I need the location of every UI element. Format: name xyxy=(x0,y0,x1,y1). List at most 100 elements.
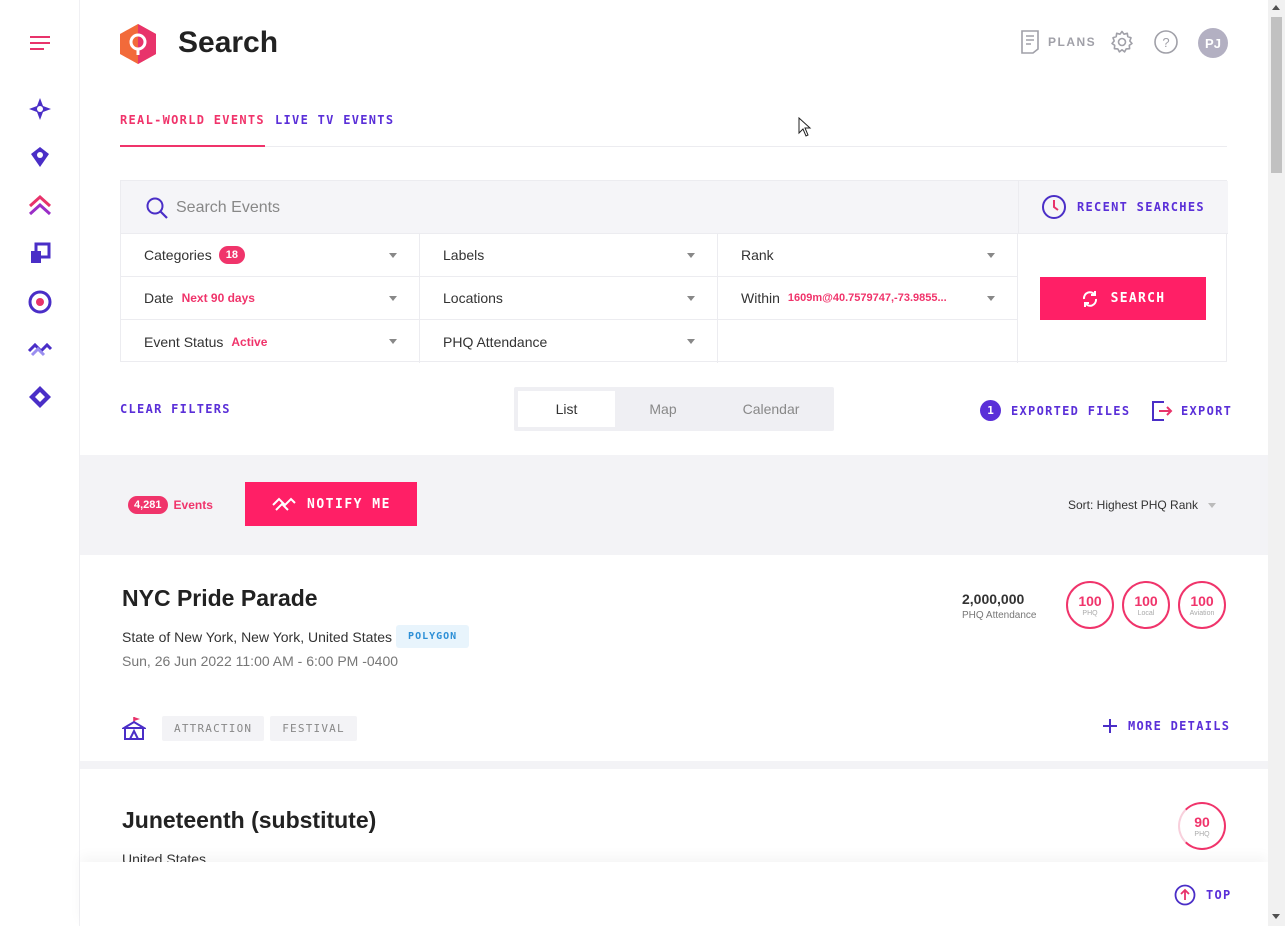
export-button[interactable]: EXPORT xyxy=(1151,400,1232,422)
view-option-map[interactable]: Map xyxy=(622,391,704,427)
labels-filter[interactable]: Labels xyxy=(420,234,718,277)
target-nav-icon[interactable] xyxy=(26,288,54,316)
chevron-down-icon xyxy=(389,296,397,301)
attendance-value: 2,000,000 xyxy=(962,591,1025,607)
sort-label: Sort: Highest PHQ Rank xyxy=(1068,498,1199,512)
rank-badge-phq: 100 PHQ xyxy=(1066,581,1114,629)
scroll-up-arrow-icon[interactable] xyxy=(1272,5,1280,10)
chevrons-up-nav-icon[interactable] xyxy=(26,192,54,220)
events-count-label: Events xyxy=(173,498,213,512)
view-toggle: List Map Calendar xyxy=(514,387,834,431)
chevron-down-icon xyxy=(389,253,397,258)
event-type-tabs: REAL-WORLD EVENTS LIVE TV EVENTS xyxy=(120,100,1227,147)
within-filter[interactable]: Within 1609m@40.7579747,-73.9855... xyxy=(718,277,1018,320)
events-count: 4,281 Events xyxy=(128,496,213,514)
back-to-top-button[interactable]: TOP xyxy=(1174,884,1232,906)
date-filter-label: Date xyxy=(144,290,174,306)
clock-history-icon xyxy=(1042,195,1066,219)
rank-value: 100 xyxy=(1190,592,1214,609)
rank-badge-aviation: 100 Aviation xyxy=(1178,581,1226,629)
search-button[interactable]: SEARCH xyxy=(1040,277,1206,320)
view-option-calendar[interactable]: Calendar xyxy=(726,391,816,427)
event-tags: ATTRACTION FESTIVAL xyxy=(122,715,357,741)
event-title[interactable]: Juneteenth (substitute) xyxy=(122,807,376,834)
event-status-filter-label: Event Status xyxy=(144,333,224,350)
locations-filter[interactable]: Locations xyxy=(420,277,718,320)
recent-searches-button[interactable]: RECENT SEARCHES xyxy=(1018,181,1228,234)
notify-me-button[interactable]: NOTIFY ME xyxy=(245,482,417,526)
location-pin-nav-icon[interactable] xyxy=(26,143,54,171)
categories-filter[interactable]: Categories 18 xyxy=(121,234,420,277)
tab-real-world-events[interactable]: REAL-WORLD EVENTS xyxy=(120,113,265,147)
locations-filter-label: Locations xyxy=(443,290,503,306)
event-status-filter[interactable]: Event Status Active xyxy=(121,320,420,363)
page-header: Search PLANS ? PJ xyxy=(80,0,1268,86)
festival-tent-icon xyxy=(122,717,146,740)
user-avatar[interactable]: PJ xyxy=(1198,28,1228,58)
rank-value: 90 xyxy=(1194,813,1210,830)
event-attendance: 2,000,000 PHQ Attendance xyxy=(962,591,1037,621)
plans-document-icon xyxy=(1021,30,1039,54)
plus-icon xyxy=(1103,719,1117,733)
categories-count-badge: 18 xyxy=(218,246,245,264)
search-input[interactable] xyxy=(176,196,956,220)
diamond-nav-icon[interactable] xyxy=(26,383,54,411)
arrow-up-circle-icon xyxy=(1174,884,1196,906)
rank-badge-local: 100 Local xyxy=(1122,581,1170,629)
scrollbar-thumb[interactable] xyxy=(1271,17,1282,173)
event-title[interactable]: NYC Pride Parade xyxy=(122,585,318,612)
search-icon xyxy=(146,197,168,219)
chevron-down-icon xyxy=(987,296,995,301)
help-question-icon[interactable]: ? xyxy=(1154,30,1178,54)
sparkle-nav-icon[interactable] xyxy=(26,95,54,123)
app-logo-icon xyxy=(120,24,156,64)
view-option-list[interactable]: List xyxy=(518,391,615,427)
left-sidebar xyxy=(0,0,80,926)
scroll-down-arrow-icon[interactable] xyxy=(1272,914,1280,919)
rank-label: PHQ xyxy=(1082,609,1098,617)
event-location-text: State of New York, New York, United Stat… xyxy=(122,628,393,645)
clear-filters-link[interactable]: CLEAR FILTERS xyxy=(120,402,231,416)
sort-dropdown[interactable]: Sort: Highest PHQ Rank xyxy=(1068,498,1217,512)
events-count-number: 4,281 xyxy=(128,496,168,514)
rank-label: Aviation xyxy=(1189,609,1215,617)
date-filter[interactable]: Date Next 90 days xyxy=(121,277,420,320)
event-card[interactable]: NYC Pride Parade State of New York, New … xyxy=(80,555,1268,769)
bottom-bar: TOP xyxy=(80,862,1268,926)
exported-files-link[interactable]: 1 EXPORTED FILES xyxy=(980,400,1130,421)
page-scrollbar[interactable] xyxy=(1268,0,1285,926)
rank-filter-label: Rank xyxy=(741,247,774,263)
within-filter-label: Within xyxy=(741,290,780,306)
refresh-icon xyxy=(1082,290,1097,307)
tag-attraction: ATTRACTION xyxy=(162,715,265,741)
rank-badge-phq: 90 PHQ xyxy=(1178,802,1226,850)
labels-filter-label: Labels xyxy=(443,247,485,263)
tab-live-tv-events[interactable]: LIVE TV EVENTS xyxy=(275,113,394,145)
event-status-filter-value: Active xyxy=(231,334,268,349)
rank-filter[interactable]: Rank xyxy=(718,234,1018,277)
settings-gear-icon[interactable] xyxy=(1110,30,1134,54)
search-button-label: SEARCH xyxy=(1110,291,1166,306)
page-title: Search xyxy=(178,26,279,59)
tag-festival: FESTIVAL xyxy=(270,715,357,741)
trend-nav-icon[interactable] xyxy=(26,335,54,363)
plans-label: PLANS xyxy=(1048,35,1097,49)
layers-nav-icon[interactable] xyxy=(26,240,54,268)
chevron-down-icon xyxy=(987,253,995,258)
event-location: State of New York, New York, United Stat… xyxy=(122,625,470,648)
svg-text:?: ? xyxy=(1162,35,1169,50)
phq-attendance-filter[interactable]: PHQ Attendance xyxy=(420,320,718,363)
plans-link[interactable]: PLANS xyxy=(1020,30,1096,54)
rank-value: 100 xyxy=(1078,592,1102,609)
top-label: TOP xyxy=(1206,888,1232,902)
menu-icon[interactable] xyxy=(26,29,54,57)
results-bar: 4,281 Events NOTIFY ME Sort: Highest PHQ… xyxy=(80,455,1268,555)
more-details-button[interactable]: MORE DETAILS xyxy=(1102,718,1230,734)
date-filter-value: Next 90 days xyxy=(181,291,255,305)
export-label: EXPORT xyxy=(1181,404,1233,418)
rank-label: PHQ xyxy=(1194,830,1210,838)
more-details-label: MORE DETAILS xyxy=(1128,719,1231,733)
attendance-label: PHQ Attendance xyxy=(962,610,1037,621)
empty-filter-slot xyxy=(718,320,1018,363)
rank-value: 100 xyxy=(1134,592,1158,609)
